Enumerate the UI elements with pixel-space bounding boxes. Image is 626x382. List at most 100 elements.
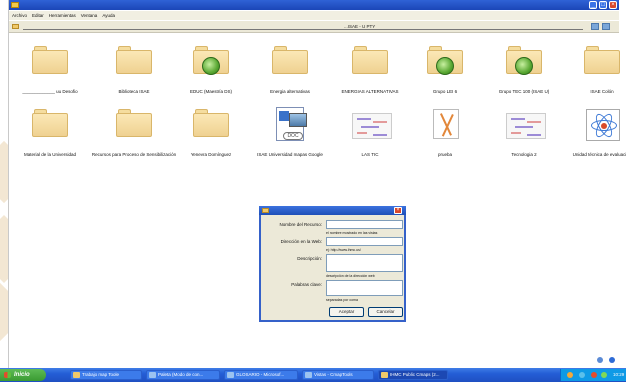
resource-tile[interactable]: DOC ISAE Universidad mapas Google [245, 105, 335, 169]
taskbar-button[interactable]: Vistas - CmapTools [302, 370, 374, 380]
network-icon[interactable] [597, 357, 603, 363]
tray-icon[interactable] [567, 372, 573, 378]
resource-tile[interactable]: Energia alternativas [245, 42, 335, 106]
resource-tile[interactable]: Grupo TEC 100 (ISAE U) [479, 42, 569, 106]
dialog-folder-icon [262, 208, 269, 213]
title-bar[interactable]: _ □ × [9, 0, 619, 10]
task-app-icon [73, 372, 80, 378]
resource-name-hint: el nombre mostrado en las vistas [326, 231, 378, 235]
folder-icon [272, 44, 308, 80]
maximize-button[interactable]: □ [599, 1, 607, 9]
cmaptools-window: _ □ × Archivo Editar Herramientas Ventan… [8, 0, 626, 368]
start-button[interactable]: Inicio [0, 369, 46, 381]
web-address-field[interactable] [326, 237, 403, 246]
taskbar-button[interactable]: GLOSARIO - Microsof... [224, 370, 298, 380]
folder-up-icon[interactable] [12, 24, 19, 29]
globe-folder-icon [193, 44, 229, 80]
tile-label: Material de la Universidad [23, 152, 77, 157]
globe-icon[interactable] [609, 357, 615, 363]
resource-tile[interactable]: _____________ uu Desofio [5, 42, 95, 106]
description-hint: descripción de la dirección web [326, 274, 375, 278]
task-app-icon [227, 372, 234, 378]
atom-icon [584, 107, 620, 143]
folder-icon [116, 44, 152, 80]
description-field[interactable] [326, 254, 403, 272]
minimize-button[interactable]: _ [589, 1, 597, 9]
globe-folder-icon [427, 44, 463, 80]
resource-tile[interactable]: prueba [400, 105, 490, 169]
task-label: Vistas - CmapTools [314, 372, 353, 377]
menu-ventana[interactable]: Ventana [81, 13, 98, 18]
doc-icon: DOC [272, 107, 308, 143]
location-title: ...ISAE - U PTY [344, 24, 376, 29]
folder-icon [32, 107, 68, 143]
concept-map-icon [506, 107, 546, 143]
resource-tile[interactable]: Unidad técnica de evaluación [557, 105, 626, 169]
resource-tile[interactable]: Yenevra Domínguez [166, 105, 256, 169]
keywords-field[interactable] [326, 280, 403, 296]
description-label: Descripción: [297, 256, 322, 261]
resource-tile[interactable]: ISAE Colón [557, 42, 626, 106]
status-bar [9, 352, 619, 368]
folder-icon [584, 44, 620, 80]
view-toggle-button[interactable] [591, 23, 599, 30]
tile-label: Grupo LEI 6 [432, 89, 458, 94]
task-label: Paleta (Modo de con... [158, 372, 204, 377]
resource-name-field[interactable] [326, 220, 403, 229]
resource-tile[interactable]: Grupo LEI 6 [400, 42, 490, 106]
address-bar: ...ISAE - U PTY [9, 21, 619, 33]
task-label: IHMC Public Cmaps (2... [390, 372, 440, 377]
tile-label: _____________ uu Desofio [22, 89, 78, 94]
system-tray: 10:29 [560, 369, 626, 381]
tile-label: prueba [437, 152, 452, 157]
menu-editar[interactable]: Editar [32, 13, 44, 18]
tray-icon[interactable] [591, 372, 597, 378]
menu-bar: Archivo Editar Herramientas Ventana Ayud… [9, 11, 619, 20]
folder-icon [32, 44, 68, 80]
dialog-title-bar[interactable]: × [259, 206, 406, 215]
resource-name-label: Nombre del Recurso: [279, 222, 322, 227]
task-label: GLOSARIO - Microsof... [236, 372, 285, 377]
taskbar-button[interactable]: Trabajo map Toole [70, 370, 142, 380]
keywords-label: Palabras clave: [291, 282, 322, 287]
task-app-icon [149, 372, 156, 378]
add-resource-dialog: × Nombre del Recurso: el nombre mostrado… [259, 206, 406, 322]
globe-folder-icon [506, 44, 542, 80]
task-label: Trabajo map Toole [82, 372, 120, 377]
tray-icon[interactable] [579, 372, 585, 378]
taskbar-button[interactable]: IHMC Public Cmaps (2... [378, 370, 448, 380]
folder-icon [116, 107, 152, 143]
web-address-hint: ej: http://www.ihmc.us/ [326, 248, 361, 252]
cancel-button[interactable]: Cancelar [368, 307, 403, 317]
concept-map-icon [352, 107, 392, 143]
folder-icon [193, 107, 229, 143]
taskbar-button[interactable]: Paleta (Modo de con... [146, 370, 220, 380]
accept-button[interactable]: Aceptar [329, 307, 364, 317]
taskbar: Inicio Trabajo map Toole Paleta (Modo de … [0, 368, 626, 382]
keywords-hint: separadas por coma [326, 298, 358, 302]
menu-herramientas[interactable]: Herramientas [49, 13, 76, 18]
tray-icon[interactable] [601, 372, 607, 378]
start-label: Inicio [14, 372, 30, 378]
menu-ayuda[interactable]: Ayuda [102, 13, 115, 18]
tile-label: Energia alternativas [270, 89, 310, 94]
address-line [23, 29, 583, 30]
view-options-button[interactable] [602, 23, 610, 30]
doc-text: DOC [283, 132, 303, 140]
clock: 10:29 [613, 372, 625, 377]
app-folder-icon [11, 2, 19, 8]
tile-label: EDUC (Maestría DS) [189, 89, 232, 94]
drawing-icon [427, 107, 463, 143]
resource-tile[interactable]: Material de la Universidad [5, 105, 95, 169]
close-button[interactable]: × [609, 1, 617, 9]
windows-flag-icon [4, 372, 11, 378]
resource-tile[interactable]: Tecnologia 2 [479, 105, 569, 169]
tile-label: Grupo TEC 100 (ISAE U) [498, 89, 550, 94]
menu-archivo[interactable]: Archivo [12, 13, 27, 18]
resource-tile[interactable]: EDUC (Maestría DS) [166, 42, 256, 106]
dialog-close-button[interactable]: × [394, 207, 402, 214]
tile-label: ISAE Colón [590, 89, 614, 94]
tile-label: Tecnologia 2 [511, 152, 537, 157]
tile-label: ISAE Universidad mapas Google [257, 152, 323, 157]
tile-label: Unidad técnica de evaluación [572, 152, 626, 157]
